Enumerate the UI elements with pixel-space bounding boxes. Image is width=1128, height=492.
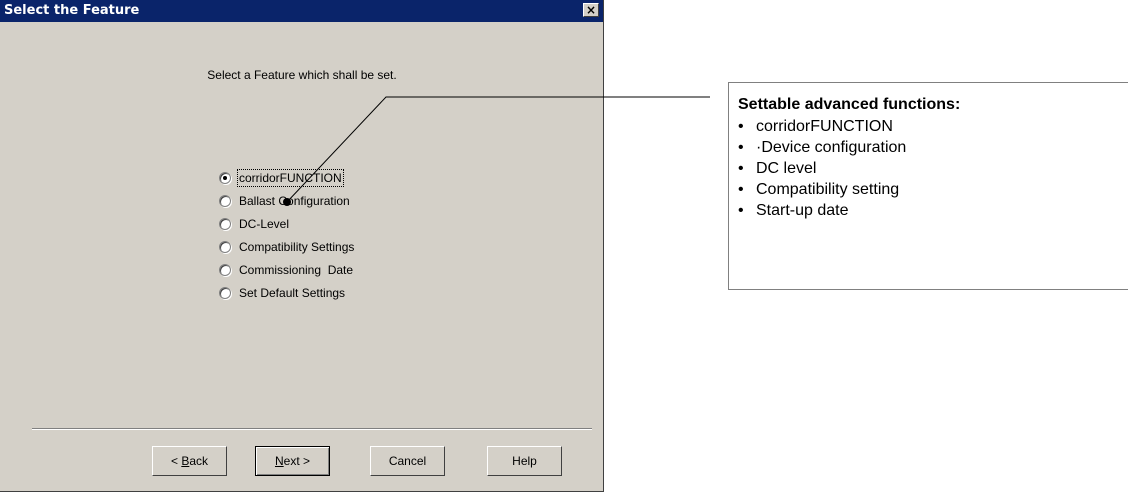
annotation-item: ·Device configuration	[738, 137, 1128, 158]
callout-line	[286, 96, 710, 203]
annotation-item: corridorFUNCTION	[738, 116, 1128, 137]
annotation-item: Start-up date	[738, 200, 1128, 221]
annotation-item: Compatibility setting	[738, 179, 1128, 200]
annotation-box: Settable advanced functions: corridorFUN…	[728, 82, 1128, 290]
callout-dot	[283, 198, 291, 206]
annotation-title: Settable advanced functions:	[738, 96, 961, 113]
annotation-item: DC level	[738, 158, 1128, 179]
annotation-list: corridorFUNCTION ·Device configuration D…	[738, 116, 1128, 221]
